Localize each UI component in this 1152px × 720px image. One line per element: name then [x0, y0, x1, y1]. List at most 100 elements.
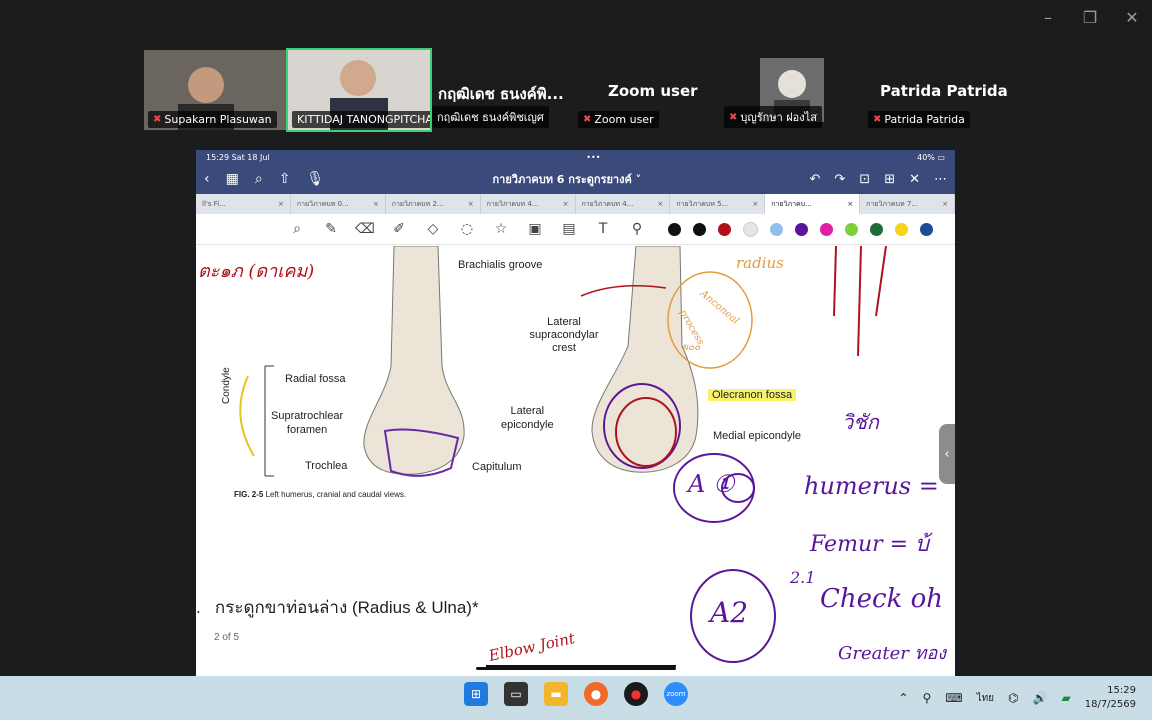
redo-icon[interactable]: ↷	[834, 172, 845, 187]
participant-tile-1[interactable]: ✖ Supakarn Plasuwan	[144, 50, 286, 130]
document-tabs: ll's Fi... × กายวิภาคบท 0... × กายวิภาคบท 2.…	[196, 194, 955, 214]
microphone-icon[interactable]: 🎙	[306, 171, 324, 187]
color-swatch[interactable]	[795, 222, 808, 236]
wifi-icon[interactable]: ⌬	[1008, 691, 1018, 705]
color-swatch[interactable]	[668, 222, 681, 236]
close-icon[interactable]: ✕	[909, 172, 920, 187]
label-capitulum: Capitulum	[472, 461, 522, 473]
color-swatch[interactable]	[870, 222, 883, 236]
document-title[interactable]: กายวิภาคบท 6 กระดูกรยางค์ ˅	[324, 170, 809, 188]
eraser-icon[interactable]: ⌫	[348, 221, 382, 237]
participant-name-tag: ✖ Patrida Patrida	[868, 111, 970, 128]
close-tab-icon[interactable]: ×	[847, 200, 853, 208]
show-hidden-icons-icon[interactable]: ⌃	[898, 691, 908, 705]
close-tab-icon[interactable]: ×	[373, 200, 379, 208]
battery-icon[interactable]: ▰	[1061, 691, 1070, 705]
participant-tile-4[interactable]: Zoom user ✖ Zoom user	[576, 50, 716, 130]
undo-icon[interactable]: ↶	[809, 172, 820, 187]
file-explorer-icon[interactable]: ▬	[544, 682, 568, 706]
laser-icon[interactable]: ⚲	[620, 221, 654, 237]
color-swatch[interactable]	[820, 222, 833, 236]
document-tab[interactable]: กายวิภาคบท 7... ×	[860, 194, 955, 214]
participant-gallery: ✖ Supakarn Plasuwan KITTIDAJ TANONGPITCHA…	[144, 48, 1024, 132]
label-lateral-supracondylar-crest: Lateral supracondylar crest	[529, 316, 599, 354]
zoom-app-icon[interactable]: zoom	[664, 682, 688, 706]
grid-icon[interactable]: ▦	[226, 171, 239, 187]
label-medial-epicondyle: Medial epicondyle	[713, 430, 802, 442]
share-icon[interactable]: ⇧	[279, 171, 291, 187]
close-tab-icon[interactable]: ×	[278, 200, 284, 208]
color-swatch[interactable]	[718, 222, 731, 236]
search-icon[interactable]: ⌕	[255, 171, 263, 187]
handwriting-humerus: humerus =	[804, 472, 939, 500]
handwriting-a1: A ①	[688, 470, 735, 498]
windows-taskbar: ⊞ ▭ ▬ ● ● zoom ⌃ ⚲ ⌨ ไทย ⌬ 🔊 ▰ 15:29 18/…	[0, 676, 1152, 720]
label-condyle: Condyle	[221, 367, 232, 404]
participant-tile-5[interactable]: ✖ บุญรักษา ฝองไส	[720, 50, 860, 130]
participant-tile-2[interactable]: KITTIDAJ TANONGPITCHA...	[286, 48, 432, 132]
close-tab-icon[interactable]: ×	[942, 200, 948, 208]
color-swatch[interactable]	[895, 222, 908, 236]
close-tab-icon[interactable]: ×	[658, 200, 664, 208]
volume-icon[interactable]: 🔊	[1033, 691, 1048, 705]
color-swatch[interactable]	[845, 222, 858, 236]
close-tab-icon[interactable]: ×	[563, 200, 569, 208]
close-tab-icon[interactable]: ×	[468, 200, 474, 208]
note-page: Brachialis groove Lateral supracondylar cr…	[196, 246, 955, 676]
system-clock[interactable]: 15:29 18/7/2569	[1085, 684, 1136, 712]
more-icon[interactable]: ⋯	[934, 172, 947, 187]
close-button[interactable]: ✕	[1122, 8, 1142, 27]
sidebar-toggle-handle[interactable]: ‹	[939, 424, 955, 484]
participant-name-tag: กฤฒิเดช ธนงค์พิชเญศ	[432, 106, 549, 128]
firefox-icon[interactable]: ●	[584, 682, 608, 706]
participant-name-tag: KITTIDAJ TANONGPITCHA...	[292, 111, 430, 128]
bookmark-icon[interactable]: ⊡	[859, 172, 870, 187]
label-lateral-epicondyle: Lateral epicondyle	[501, 405, 554, 431]
handwriting-femur: Femur = บ้	[810, 532, 930, 557]
pen-icon[interactable]: ✎	[314, 221, 348, 237]
label-olecranon-fossa: Olecranon fossa	[708, 389, 797, 401]
system-tray: ⌃ ⚲ ⌨ ไทย ⌬ 🔊 ▰ 15:29 18/7/2569	[898, 684, 1136, 712]
location-icon[interactable]: ⚲	[922, 691, 931, 705]
task-view-icon[interactable]: ▭	[504, 682, 528, 706]
windows-start-icon[interactable]: ⊞	[464, 682, 488, 706]
color-swatch[interactable]	[920, 222, 933, 236]
mic-muted-icon: ✖	[873, 114, 882, 125]
document-tab[interactable]: ll's Fi... ×	[196, 194, 291, 214]
restore-button[interactable]: ❐	[1080, 8, 1100, 27]
document-tab[interactable]: กายวิภาคบท 0... ×	[291, 194, 386, 214]
lasso-zoom-icon[interactable]: ⌕	[280, 221, 314, 237]
participant-name-tag: ✖ บุญรักษา ฝองไส	[724, 106, 822, 128]
close-tab-icon[interactable]: ×	[752, 200, 758, 208]
document-tab[interactable]: กายวิภาคบท 4... ×	[481, 194, 576, 214]
color-swatch[interactable]	[770, 222, 783, 236]
minimize-button[interactable]: –	[1038, 8, 1058, 27]
goodnotes-navbar: ‹ ▦ ⌕ ⇧ 🎙 กายวิภาคบท 6 กระดูกรยางค์ ˅ ↶ …	[196, 164, 955, 194]
color-swatch[interactable]	[693, 222, 706, 236]
document-tab[interactable]: กายวิภาคบ... ×	[765, 194, 861, 214]
text-icon[interactable]: T	[586, 221, 620, 237]
mic-muted-icon: ✖	[729, 111, 738, 123]
shapes-icon[interactable]: ◇	[416, 221, 450, 237]
participant-tile-3[interactable]: กฤฒิเดช ธนงค์พิ... กฤฒิเดช ธนงค์พิชเญศ	[432, 50, 572, 130]
participant-tile-6[interactable]: Patrida Patrida ✖ Patrida Patrida	[864, 50, 1014, 130]
add-page-icon[interactable]: ⊞	[884, 172, 895, 187]
home-indicator	[476, 667, 676, 670]
camera-icon[interactable]: ▤	[552, 221, 586, 237]
handwriting-radius: radius	[736, 254, 784, 272]
lasso-icon[interactable]: ◌	[450, 221, 484, 237]
handwriting-a2: A2	[710, 596, 749, 629]
input-language[interactable]: ไทย	[977, 691, 994, 706]
sticker-icon[interactable]: ☆	[484, 221, 518, 237]
back-icon[interactable]: ‹	[204, 171, 210, 187]
highlighter-icon[interactable]: ✐	[382, 221, 416, 237]
record-icon[interactable]: ●	[624, 682, 648, 706]
document-tab[interactable]: กายวิภาคบท 2... ×	[386, 194, 481, 214]
handwriting-pd: ผ๐๐	[682, 342, 701, 353]
keyboard-icon[interactable]: ⌨	[945, 691, 962, 705]
battery-indicator: 40% ▭	[917, 152, 945, 162]
document-tab[interactable]: กายวิภาคบท 4... ×	[576, 194, 671, 214]
document-tab[interactable]: กายวิภาคบท 5... ×	[670, 194, 766, 214]
image-icon[interactable]: ▣	[518, 221, 552, 237]
color-swatch[interactable]	[743, 221, 758, 237]
